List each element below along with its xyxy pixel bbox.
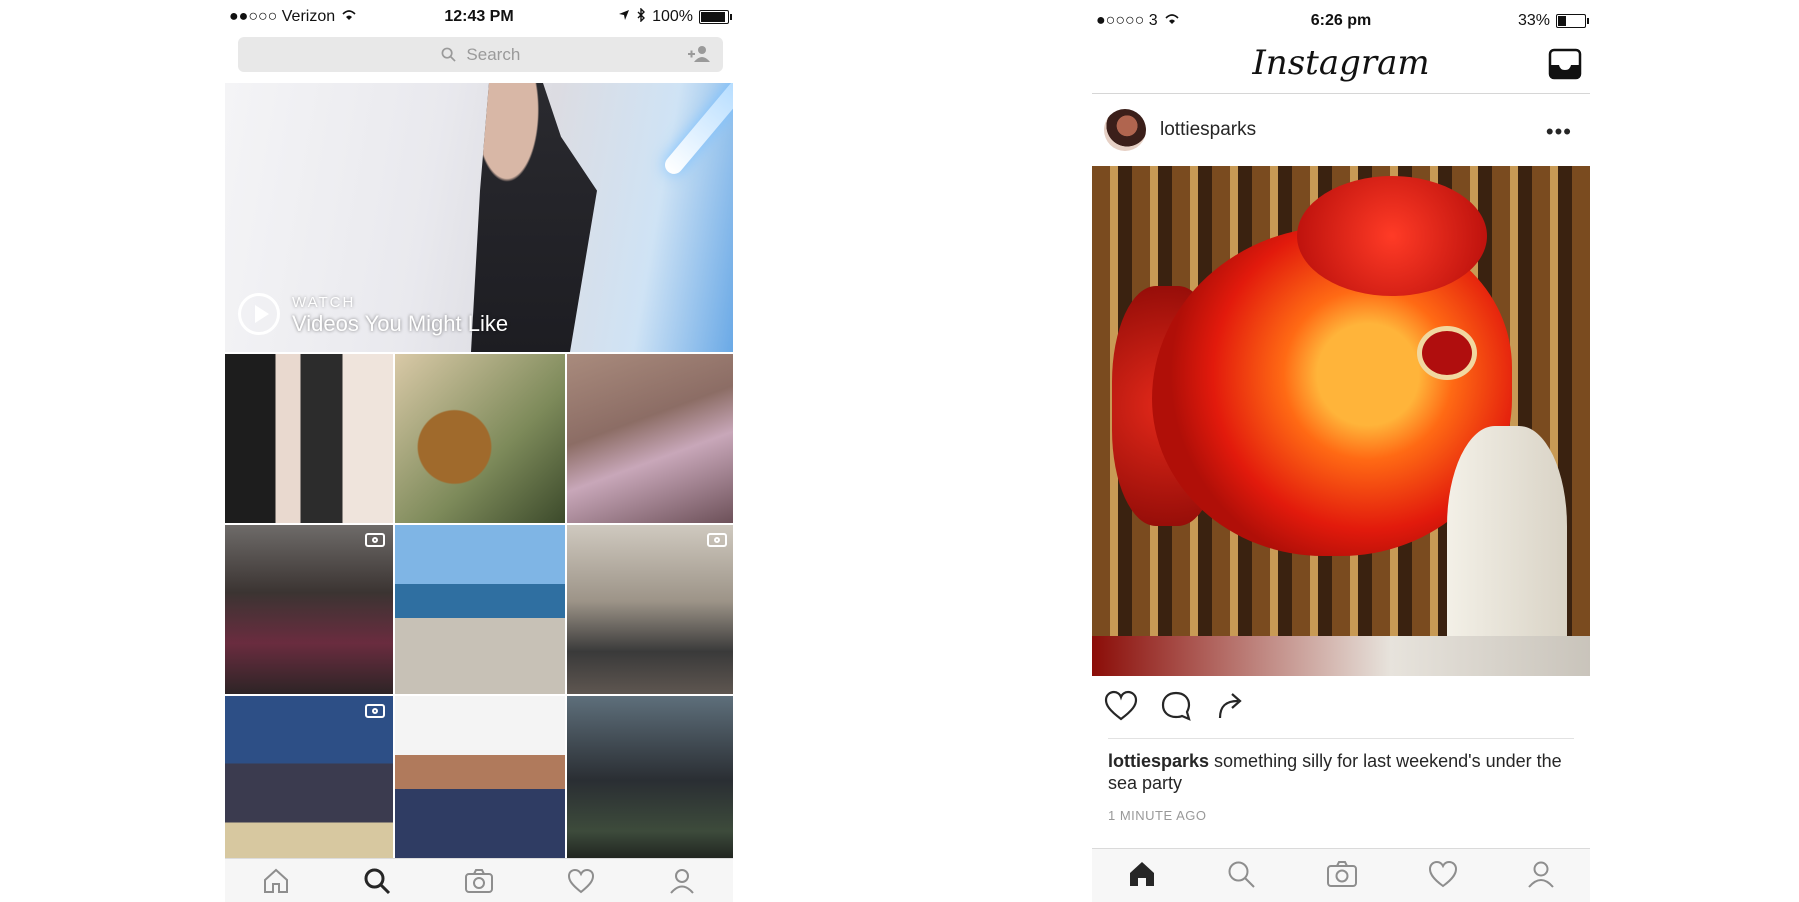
home-icon[interactable] xyxy=(256,864,296,898)
clock: 6:26 pm xyxy=(1310,12,1372,29)
divider xyxy=(1108,738,1574,739)
play-icon[interactable] xyxy=(238,293,280,335)
battery-percent: 33% xyxy=(1517,12,1550,29)
search-icon[interactable] xyxy=(1226,859,1256,894)
inbox-icon[interactable] xyxy=(1548,48,1582,85)
post-header: lottiesparks ••• xyxy=(1092,94,1590,166)
explore-photo-tile[interactable] xyxy=(567,696,733,865)
status-bar: ●○○○○ 3 6:26 pm 33% xyxy=(1092,4,1590,38)
explore-screen: ●●○○○ Verizon 12:43 PM 100% Search WATCH… xyxy=(225,0,733,902)
video-camera-icon xyxy=(365,704,385,718)
video-section-title: Videos You Might Like xyxy=(292,311,509,336)
explore-photo-tile[interactable] xyxy=(225,354,393,523)
home-icon[interactable] xyxy=(1127,860,1157,893)
post-caption: lottiesparks something silly for last wee… xyxy=(1108,750,1574,794)
like-heart-icon[interactable] xyxy=(1104,690,1138,727)
avatar[interactable] xyxy=(1104,109,1146,151)
post-timestamp: 1 MINUTE AGO xyxy=(1108,808,1207,823)
video-camera-icon xyxy=(707,533,727,547)
post-actions xyxy=(1104,690,1246,727)
photo-element xyxy=(1297,176,1487,296)
add-person-icon[interactable] xyxy=(687,45,711,68)
video-camera-icon xyxy=(365,533,385,547)
location-icon xyxy=(618,8,630,26)
tab-bar xyxy=(1092,848,1590,902)
battery-icon xyxy=(699,10,732,24)
photo-element xyxy=(1417,326,1477,380)
explore-video-tile[interactable] xyxy=(567,525,733,694)
app-header: Instagram xyxy=(1092,37,1590,94)
explore-video-tile[interactable] xyxy=(225,696,393,865)
post-photo[interactable] xyxy=(1092,166,1590,676)
status-bar: ●●○○○ Verizon 12:43 PM 100% xyxy=(225,0,733,34)
search-input[interactable]: Search xyxy=(238,37,723,72)
videos-you-might-like-banner[interactable]: WATCH Videos You Might Like xyxy=(225,83,733,352)
heart-icon[interactable] xyxy=(1428,860,1458,893)
explore-photo-tile[interactable] xyxy=(395,696,565,865)
lightsaber-graphic xyxy=(661,83,733,178)
share-icon[interactable] xyxy=(1214,690,1246,727)
profile-icon[interactable] xyxy=(662,864,702,898)
comment-icon[interactable] xyxy=(1160,690,1192,727)
caption-username[interactable]: lottiesparks xyxy=(1108,751,1209,771)
explore-photo-tile[interactable] xyxy=(567,354,733,523)
search-placeholder: Search xyxy=(466,45,521,64)
battery-icon xyxy=(1556,14,1589,28)
camera-icon[interactable] xyxy=(1326,860,1358,893)
bluetooth-icon xyxy=(636,6,646,27)
battery-percent: 100% xyxy=(652,8,693,25)
profile-icon[interactable] xyxy=(1527,860,1555,893)
instagram-logo: Instagram xyxy=(1252,43,1430,83)
heart-icon[interactable] xyxy=(561,864,601,898)
more-options-icon[interactable]: ••• xyxy=(1546,119,1572,145)
tab-bar xyxy=(225,858,733,902)
photo-element xyxy=(1092,636,1590,676)
explore-photo-tile[interactable] xyxy=(395,354,565,523)
explore-photo-tile[interactable] xyxy=(395,525,565,694)
watch-label: WATCH xyxy=(292,294,356,311)
search-icon xyxy=(441,47,456,62)
explore-video-tile[interactable] xyxy=(225,525,393,694)
explore-grid xyxy=(225,354,733,865)
search-icon[interactable] xyxy=(357,864,397,898)
post-username[interactable]: lottiesparks xyxy=(1160,119,1256,141)
feed-screen: ●○○○○ 3 6:26 pm 33% Instagram lottiespar… xyxy=(1092,0,1590,902)
camera-icon[interactable] xyxy=(459,864,499,898)
